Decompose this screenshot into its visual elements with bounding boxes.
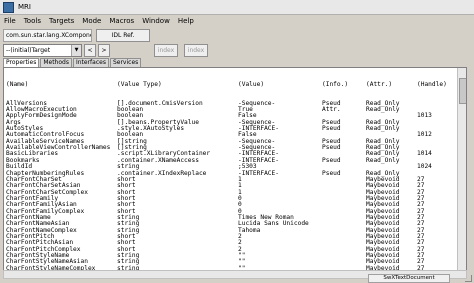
header-info: (Info.) bbox=[322, 80, 349, 88]
menu-file[interactable]: File bbox=[4, 17, 16, 25]
header-name: (Name) bbox=[6, 80, 29, 88]
title-bar: MRI bbox=[0, 0, 474, 15]
menu-tools[interactable]: Tools bbox=[24, 17, 41, 25]
menu-mode[interactable]: Mode bbox=[82, 17, 101, 25]
grid-header: (Name) (Value Type) (Value) (Info.) (Att… bbox=[6, 80, 447, 88]
forward-button[interactable]: > bbox=[98, 44, 110, 57]
menu-help[interactable]: Help bbox=[178, 17, 194, 25]
cell-info: Pseud bbox=[322, 156, 341, 164]
tab-properties[interactable]: Properties bbox=[3, 58, 40, 67]
header-handle: (Handle) bbox=[417, 80, 447, 88]
target-type-field[interactable]: com.sun.star.lang.XComponent bbox=[3, 29, 92, 42]
menu-bar: File Tools Targets Mode Macros Window He… bbox=[0, 15, 474, 26]
scrollbar-thumb[interactable] bbox=[459, 78, 466, 104]
tab-services[interactable]: Services bbox=[109, 58, 142, 67]
header-value: (Value) bbox=[238, 80, 265, 88]
cell-info: Pseud bbox=[322, 144, 341, 152]
cell-info: Pseud bbox=[322, 125, 341, 133]
target-toolbar: com.sun.star.lang.XComponent IDL Ref. bbox=[0, 28, 474, 42]
header-value-type: (Value Type) bbox=[117, 80, 162, 88]
window-title: MRI bbox=[18, 3, 31, 11]
target-combo[interactable]: --(initial)Target ▼ bbox=[3, 44, 82, 57]
menu-macros[interactable]: Macros bbox=[109, 17, 134, 25]
resize-grip-icon[interactable] bbox=[465, 275, 472, 282]
index-button[interactable]: index bbox=[154, 44, 178, 57]
cell-attr: Read_Only bbox=[366, 125, 400, 133]
cell-handle: 1024 bbox=[417, 163, 432, 171]
chevron-down-icon[interactable]: ▼ bbox=[71, 45, 81, 56]
target-combo-value: --(initial)Target bbox=[6, 47, 51, 54]
history-button[interactable]: index bbox=[184, 44, 208, 57]
tab-interfaces[interactable]: Interfaces bbox=[72, 58, 109, 67]
cell-info: Pseud bbox=[322, 169, 341, 177]
navigation-toolbar: --(initial)Target ▼ < > index index bbox=[0, 43, 474, 57]
app-icon bbox=[3, 1, 14, 13]
back-button[interactable]: < bbox=[84, 44, 96, 57]
document-type-label: SwXTextDocument bbox=[368, 274, 450, 283]
menu-window[interactable]: Window bbox=[142, 17, 170, 25]
properties-pane[interactable]: (Name) (Value Type) (Value) (Info.) (Att… bbox=[3, 67, 467, 271]
status-bar: SwXTextDocument bbox=[0, 274, 474, 283]
header-attr: (Attr.) bbox=[366, 80, 393, 88]
tab-bar: Properties Methods Interfaces Services bbox=[3, 58, 142, 67]
vertical-scrollbar[interactable] bbox=[457, 68, 466, 270]
cell-attr: Read_Only bbox=[366, 156, 400, 164]
tab-methods[interactable]: Methods bbox=[40, 58, 72, 67]
properties-grid: (Name) (Value Type) (Value) (Info.) (Att… bbox=[6, 69, 447, 270]
idl-ref-button[interactable]: IDL Ref. bbox=[96, 29, 150, 42]
cell-handle: 1013 bbox=[417, 112, 432, 120]
cell-value: -INTERFACE- bbox=[238, 169, 279, 177]
cell-handle: 1014 bbox=[417, 150, 432, 158]
cell-handle: 1012 bbox=[417, 131, 432, 139]
menu-targets[interactable]: Targets bbox=[49, 17, 74, 25]
cell-attr: Read_Only bbox=[366, 106, 400, 114]
cell-info: Attr. bbox=[322, 106, 341, 114]
